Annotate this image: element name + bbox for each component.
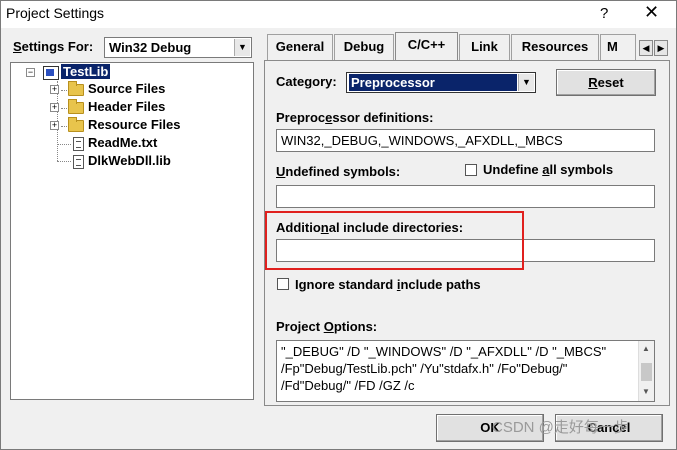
category-value: Preprocessor xyxy=(349,74,517,91)
settings-for-value: Win32 Debug xyxy=(109,40,192,55)
folder-icon xyxy=(68,81,84,96)
options-line: /Fp"Debug/TestLib.pch" /Yu"stdafx.h" /Fo… xyxy=(281,361,568,376)
annotation-highlight xyxy=(265,211,524,270)
tab-link[interactable]: Link xyxy=(459,34,510,60)
project-options-box[interactable]: "_DEBUG" /D "_WINDOWS" /D "_AFXDLL" /D "… xyxy=(276,340,655,402)
tree-item-dlkwebdll-lib[interactable]: DlkWebDll.lib xyxy=(88,153,171,168)
tab-strip: General Debug C/C++ Link Resources M ◀ ▶ xyxy=(264,32,670,61)
tab-resources[interactable]: Resources xyxy=(511,34,599,60)
undefine-all-checkbox[interactable] xyxy=(465,164,477,176)
file-icon xyxy=(73,155,84,169)
scroll-down-icon[interactable]: ▼ xyxy=(642,387,650,396)
tab-scroll-left-icon[interactable]: ◀ xyxy=(639,40,653,56)
folder-icon xyxy=(68,117,84,132)
reset-button[interactable]: Reset xyxy=(556,69,656,96)
undefine-all-label[interactable]: Undefine all symbols xyxy=(483,162,613,177)
watermark: CSDN @走好每一步 xyxy=(492,419,629,436)
undefined-symbols-label: Undefined symbols: xyxy=(276,164,401,179)
tree-item-header-files[interactable]: Header Files xyxy=(88,99,165,114)
chevron-down-icon[interactable]: ▼ xyxy=(518,74,534,91)
options-line: "_DEBUG" /D "_WINDOWS" /D "_AFXDLL" /D "… xyxy=(281,344,607,359)
tab-cc[interactable]: C/C++ xyxy=(395,32,458,61)
title-bar: Project Settings ? ✕ xyxy=(0,0,677,28)
category-label: Category: xyxy=(276,74,337,89)
tree-item-readme[interactable]: ReadMe.txt xyxy=(88,135,157,150)
category-combo[interactable]: Preprocessor ▼ xyxy=(346,72,536,93)
tab-general[interactable]: General xyxy=(267,34,333,60)
tree-item-source-files[interactable]: Source Files xyxy=(88,81,165,96)
close-button[interactable]: ✕ xyxy=(644,2,659,23)
settings-for-label: Settings For: xyxy=(13,39,94,54)
tab-more[interactable]: M xyxy=(600,34,636,60)
ignore-standard-paths-checkbox[interactable] xyxy=(277,278,289,290)
preprocessor-label: Preprocessor definitions: xyxy=(276,110,434,125)
file-icon xyxy=(73,137,84,151)
tab-debug[interactable]: Debug xyxy=(334,34,394,60)
project-tree[interactable]: − TestLib + Source Files + Header Files … xyxy=(10,62,254,400)
help-button[interactable]: ? xyxy=(600,5,608,22)
undefined-symbols-field[interactable] xyxy=(276,185,655,208)
expand-icon[interactable]: + xyxy=(50,85,59,94)
options-scrollbar[interactable]: ▲ ▼ xyxy=(638,341,654,401)
options-line: /Fd"Debug/" /FD /GZ /c xyxy=(281,378,415,393)
expand-icon[interactable]: + xyxy=(50,121,59,130)
collapse-icon[interactable]: − xyxy=(26,68,35,77)
window-title: Project Settings xyxy=(6,5,105,21)
chevron-down-icon[interactable]: ▼ xyxy=(234,39,250,56)
tab-scroll-right-icon[interactable]: ▶ xyxy=(654,40,668,56)
folder-icon xyxy=(68,99,84,114)
ignore-standard-paths-label[interactable]: Ignore standard include paths xyxy=(295,277,481,292)
scroll-thumb[interactable] xyxy=(641,363,652,381)
project-icon xyxy=(43,66,59,80)
project-options-label: Project Options: xyxy=(276,319,378,334)
tree-item-resource-files[interactable]: Resource Files xyxy=(88,117,181,132)
settings-for-combo[interactable]: Win32 Debug ▼ xyxy=(104,37,252,58)
expand-icon[interactable]: + xyxy=(50,103,59,112)
preprocessor-definitions-field[interactable]: WIN32,_DEBUG,_WINDOWS,_AFXDLL,_MBCS xyxy=(276,129,655,152)
tree-item-testlib[interactable]: TestLib xyxy=(61,64,111,79)
scroll-up-icon[interactable]: ▲ xyxy=(642,344,650,353)
